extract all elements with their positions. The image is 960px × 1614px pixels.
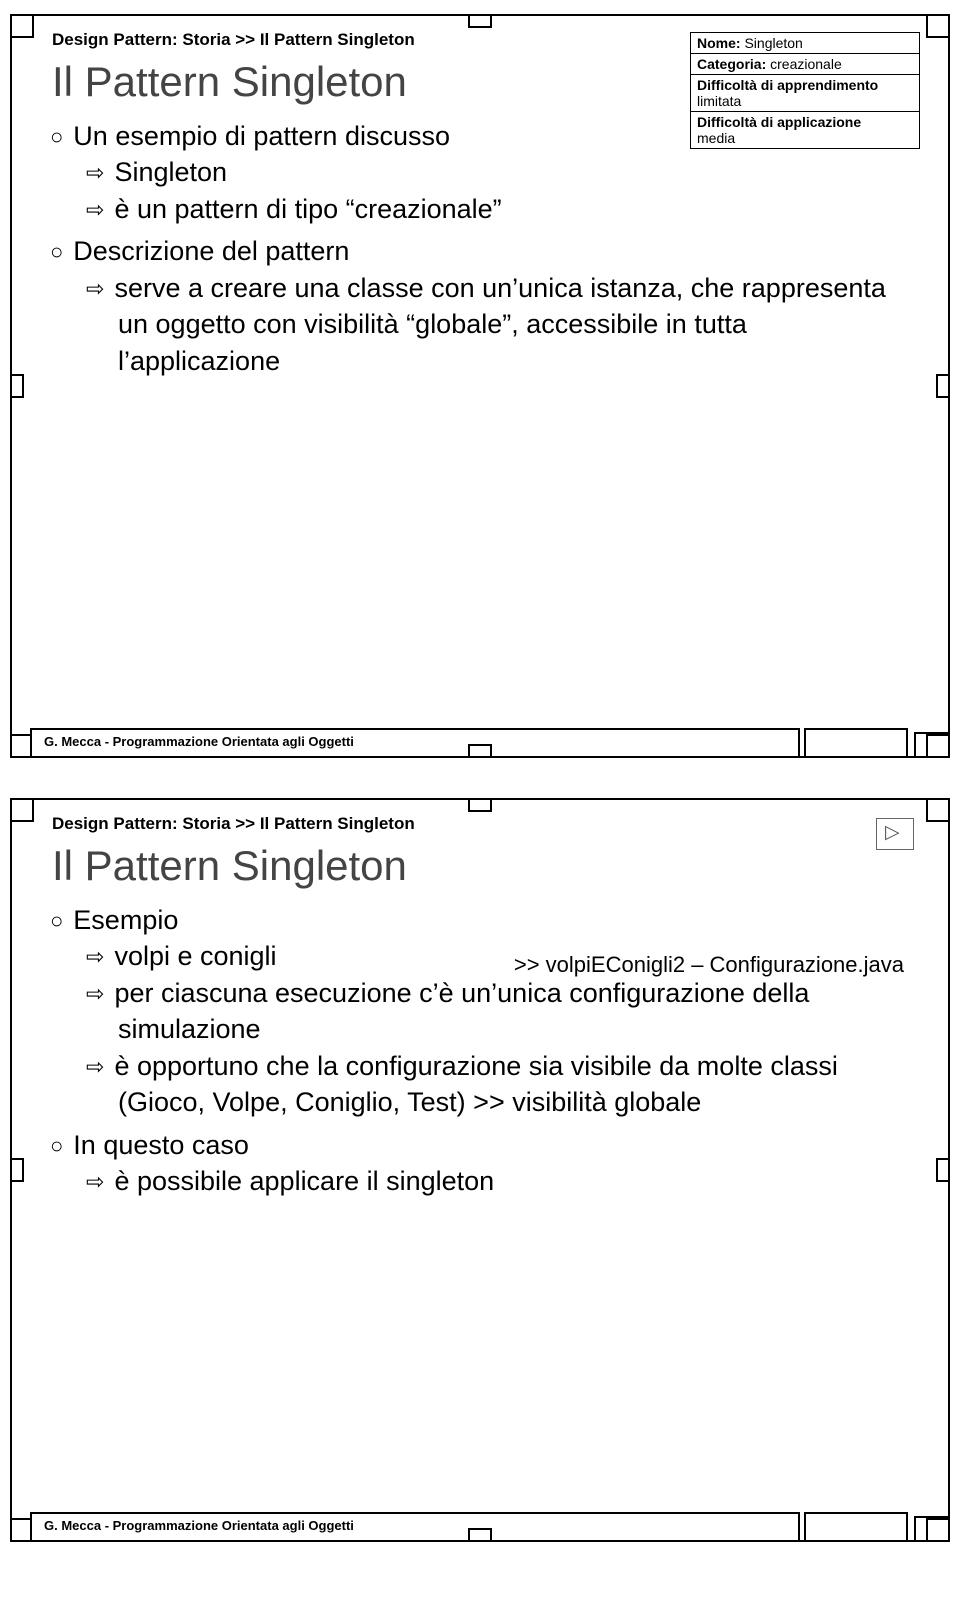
- info-label: Categoria:: [697, 56, 766, 72]
- info-label: Difficoltà di applicazione: [697, 114, 861, 130]
- footer-divider: [804, 728, 908, 758]
- info-category: Categoria: creazionale: [690, 53, 920, 75]
- corner-handle: [926, 798, 950, 822]
- info-value: Singleton: [744, 35, 802, 51]
- footer-text: G. Mecca - Programmazione Orientata agli…: [30, 728, 800, 758]
- side-handle: [468, 1528, 492, 1542]
- slide-2: Design Pattern: Storia >> Il Pattern Sin…: [10, 798, 950, 1542]
- bullet-level1: Descrizione del pattern: [82, 233, 908, 269]
- bullet-level2: è opportuno che la configurazione sia vi…: [118, 1048, 908, 1121]
- side-handle: [10, 374, 24, 398]
- bullet-level2: per ciascuna esecuzione c’è un’unica con…: [118, 975, 908, 1048]
- footer-divider: [804, 1512, 908, 1542]
- pattern-infobox: Nome: Singleton Categoria: creazionale D…: [690, 32, 920, 148]
- info-label: Nome:: [697, 35, 741, 51]
- side-handle: [936, 1158, 950, 1182]
- page-title: Il Pattern Singleton: [12, 834, 948, 896]
- info-value: creazionale: [770, 56, 842, 72]
- corner-handle: [926, 734, 950, 758]
- info-application-difficulty: Difficoltà di applicazione media: [690, 111, 920, 149]
- corner-handle: [926, 14, 950, 38]
- side-handle: [468, 744, 492, 758]
- side-handle: [468, 798, 492, 812]
- footer-text: G. Mecca - Programmazione Orientata agli…: [30, 1512, 800, 1542]
- info-value: limitata: [697, 93, 741, 109]
- corner-handle: [10, 14, 34, 38]
- side-handle: [10, 1158, 24, 1182]
- corner-handle: [926, 1518, 950, 1542]
- bullet-level2: Singleton: [118, 154, 908, 190]
- slide-content: Esempio volpi e conigli per ciascuna ese…: [12, 902, 948, 1200]
- side-handle: [468, 14, 492, 28]
- code-reference-note: >> volpiEConigli2 – Configurazione.java: [514, 952, 904, 978]
- bullet-level1: In questo caso: [82, 1127, 908, 1163]
- info-value: media: [697, 130, 735, 146]
- bullet-level1: Esempio: [82, 902, 908, 938]
- info-label: Difficoltà di apprendimento: [697, 77, 878, 93]
- bullet-level2: è un pattern di tipo “creazionale”: [118, 191, 908, 227]
- side-handle: [936, 374, 950, 398]
- slide-1: Design Pattern: Storia >> Il Pattern Sin…: [10, 14, 950, 758]
- bullet-level2: è possibile applicare il singleton: [118, 1163, 908, 1199]
- info-learning-difficulty: Difficoltà di apprendimento limitata: [690, 74, 920, 112]
- corner-handle: [10, 798, 34, 822]
- slide-content: Un esempio di pattern discusso Singleton…: [12, 118, 948, 379]
- play-icon: [876, 818, 914, 850]
- info-name: Nome: Singleton: [690, 32, 920, 54]
- bullet-level2: serve a creare una classe con un’unica i…: [118, 270, 908, 379]
